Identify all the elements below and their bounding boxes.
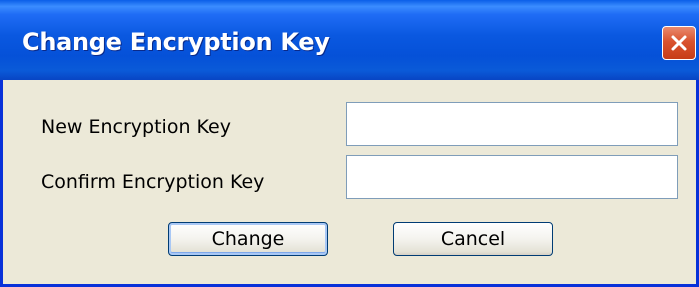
new-encryption-key-field[interactable] bbox=[346, 102, 678, 146]
new-encryption-key-label: New Encryption Key bbox=[41, 116, 231, 138]
change-button[interactable]: Change bbox=[168, 222, 328, 256]
cancel-button[interactable]: Cancel bbox=[393, 222, 553, 256]
confirm-encryption-key-field[interactable] bbox=[346, 155, 678, 199]
close-icon bbox=[669, 33, 689, 53]
close-button[interactable] bbox=[662, 26, 696, 60]
confirm-encryption-key-label: Confirm Encryption Key bbox=[41, 171, 265, 193]
change-encryption-key-dialog: Change Encryption Key New Encryption Key… bbox=[0, 0, 699, 287]
title-bar[interactable]: Change Encryption Key bbox=[0, 0, 699, 80]
window-title: Change Encryption Key bbox=[22, 28, 330, 56]
